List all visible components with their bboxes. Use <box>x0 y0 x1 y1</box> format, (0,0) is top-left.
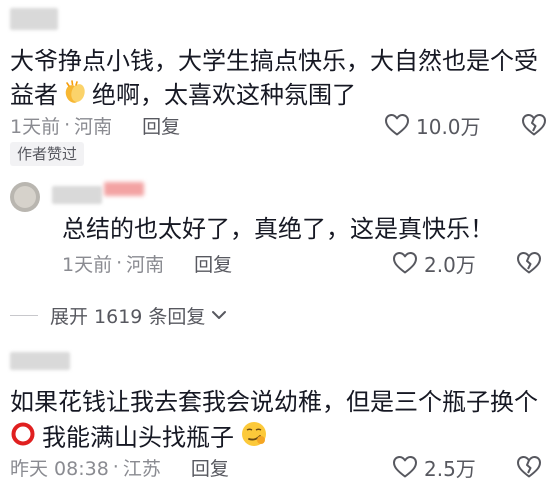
reply-button[interactable]: 回复 <box>194 250 232 277</box>
username-blur <box>10 352 70 370</box>
comment-actions: 2.5万 <box>392 450 542 484</box>
comment-location: 河南 <box>74 115 113 138</box>
heavy-large-circle-icon <box>10 421 36 456</box>
reply-time: 1天前 <box>62 253 113 276</box>
author-liked-badge: 作者赞过 <box>10 142 85 166</box>
clapping-hands-icon <box>62 79 88 114</box>
comment-text-line-2: 益者 绝啊，太喜欢这种氛围了 <box>10 78 356 114</box>
expand-replies-button[interactable]: 展开 1619 条回复 <box>10 302 227 329</box>
reply-location: 河南 <box>126 253 165 276</box>
divider <box>10 315 38 316</box>
reply-text: 总结的也太好了，真绝了，这是真快乐！ <box>62 215 494 243</box>
like-count: 2.0万 <box>424 252 476 277</box>
broken-heart-icon[interactable] <box>516 455 542 479</box>
reply-actions: 2.0万 <box>392 246 542 280</box>
username-blur <box>10 8 58 30</box>
chevron-down-icon <box>211 306 227 325</box>
comment-location: 江苏 <box>122 457 161 480</box>
broken-heart-icon[interactable] <box>521 113 547 137</box>
broken-heart-icon[interactable] <box>516 251 542 275</box>
avatar[interactable] <box>10 182 40 212</box>
reply-button[interactable]: 回复 <box>191 454 229 481</box>
reply-tag-blur <box>104 182 144 196</box>
heart-outline-icon[interactable] <box>392 251 418 275</box>
like-count: 10.0万 <box>416 114 481 139</box>
comment-time: 昨天 08:38 <box>10 457 109 480</box>
comment-time: 1天前 <box>10 115 61 138</box>
like-count: 2.5万 <box>424 456 476 481</box>
comment-text-body: 我能满山头找瓶子 <box>42 423 234 452</box>
expand-replies-label: 展开 1619 条回复 <box>50 306 206 328</box>
heart-outline-icon[interactable] <box>384 113 410 137</box>
comment-text-line-1: 大爷挣点小钱，大学生搞点快乐，大自然也是个受 <box>10 47 538 75</box>
reply-button[interactable]: 回复 <box>142 112 180 139</box>
comment-meta: 1天前 · 河南 回复 <box>10 110 180 140</box>
comment-actions: 10.0万 <box>384 108 547 142</box>
reply-username-blur <box>52 186 102 204</box>
reply-meta: 1天前 · 河南 回复 <box>62 248 232 278</box>
comment-text-prefix: 益者 <box>10 81 58 109</box>
comment-text-suffix: 绝啊，太喜欢这种氛围了 <box>92 81 356 109</box>
heart-outline-icon[interactable] <box>392 455 418 479</box>
comment-text-line-1: 如果花钱让我去套我会说幼稚，但是三个瓶子换个 <box>10 388 538 416</box>
comment-meta: 昨天 08:38 · 江苏 回复 <box>10 452 229 482</box>
smirking-face-icon <box>240 420 268 457</box>
